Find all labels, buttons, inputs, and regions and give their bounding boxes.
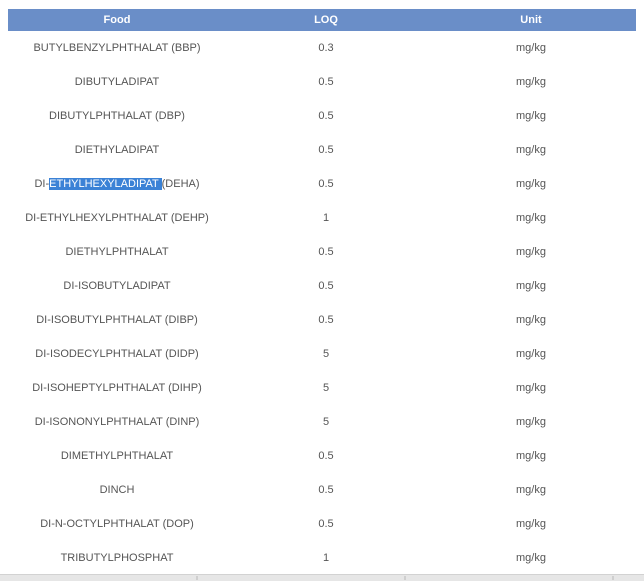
- cell-loq: 1: [322, 212, 330, 224]
- cell-loq: 0.5: [318, 110, 334, 122]
- table-row: DI-N-OCTYLPHTHALAT (DOP) 0.5 mg/kg: [8, 507, 636, 541]
- cell-loq: 0.5: [318, 246, 334, 258]
- table-row: DI-ETHYLHEXYLADIPAT (DEHA) 0.5 mg/kg: [8, 167, 636, 201]
- cell-food: DIMETHYLPHTHALAT: [60, 450, 174, 462]
- cell-food-prefix: DI-: [34, 178, 50, 190]
- table-row: DI-ISOHEPTYLPHTHALAT (DIHP) 5 mg/kg: [8, 371, 636, 405]
- cell-food: DI-ISODECYLPHTHALAT (DIDP): [35, 348, 199, 360]
- cell-unit: mg/kg: [516, 42, 546, 54]
- cell-food-suffix: (DEHA): [161, 178, 200, 190]
- cell-food: BUTYLBENZYLPHTHALAT (BBP): [33, 42, 201, 54]
- cell-food: DIETHYLPHTHALAT: [65, 246, 169, 258]
- cell-food: DINCH: [99, 484, 135, 496]
- scrollbar-tick: [404, 576, 406, 580]
- cell-unit: mg/kg: [516, 110, 546, 122]
- cell-food: DI-ETHYLHEXYLPHTHALAT (DEHP): [25, 212, 209, 224]
- cell-food[interactable]: DI-ETHYLHEXYLADIPAT (DEHA): [8, 178, 226, 190]
- cell-loq: 0.5: [318, 450, 334, 462]
- cell-loq: 0.5: [318, 178, 334, 190]
- table-row: DIBUTYLPHTHALAT (DBP) 0.5 mg/kg: [8, 99, 636, 133]
- cell-food: DI-ISOHEPTYLPHTHALAT (DIHP): [32, 382, 202, 394]
- table-row: DINCH 0.5 mg/kg: [8, 473, 636, 507]
- table-row: DI-ISOBUTYLPHTHALAT (DIBP) 0.5 mg/kg: [8, 303, 636, 337]
- cell-loq: 5: [322, 348, 330, 360]
- cell-unit: mg/kg: [516, 518, 546, 530]
- header-food[interactable]: Food: [8, 14, 226, 26]
- cell-unit: mg/kg: [516, 552, 546, 564]
- table-row: DIETHYLPHTHALAT 0.5 mg/kg: [8, 235, 636, 269]
- cell-unit: mg/kg: [516, 484, 546, 496]
- cell-unit: mg/kg: [516, 144, 546, 156]
- results-table: Food LOQ Unit BUTYLBENZYLPHTHALAT (BBP) …: [8, 9, 636, 575]
- table-row: DI-ISOBUTYLADIPAT 0.5 mg/kg: [8, 269, 636, 303]
- cell-unit: mg/kg: [516, 280, 546, 292]
- table-row: DIBUTYLADIPAT 0.5 mg/kg: [8, 65, 636, 99]
- cell-loq: 5: [322, 382, 330, 394]
- cell-unit: mg/kg: [516, 450, 546, 462]
- cell-loq: 0.5: [318, 518, 334, 530]
- cell-food: DIBUTYLADIPAT: [74, 76, 160, 88]
- cell-food: DI-N-OCTYLPHTHALAT (DOP): [40, 518, 194, 530]
- cell-unit: mg/kg: [516, 314, 546, 326]
- cell-unit: mg/kg: [516, 178, 546, 190]
- cell-loq: 1: [322, 552, 330, 564]
- table-row: BUTYLBENZYLPHTHALAT (BBP) 0.3 mg/kg: [8, 31, 636, 65]
- cell-loq: 0.5: [318, 144, 334, 156]
- cell-food: DIETHYLADIPAT: [74, 144, 160, 156]
- cell-unit: mg/kg: [516, 76, 546, 88]
- table-row: DIMETHYLPHTHALAT 0.5 mg/kg: [8, 439, 636, 473]
- selected-text[interactable]: ETHYLHEXYLADIPAT: [49, 178, 162, 190]
- cell-unit: mg/kg: [516, 212, 546, 224]
- cell-unit: mg/kg: [516, 348, 546, 360]
- cell-loq: 0.5: [318, 314, 334, 326]
- cell-loq: 0.5: [318, 484, 334, 496]
- table-row: DI-ISONONYLPHTHALAT (DINP) 5 mg/kg: [8, 405, 636, 439]
- cell-food: DIBUTYLPHTHALAT (DBP): [49, 110, 185, 122]
- cell-food: DI-ISOBUTYLADIPAT: [63, 280, 171, 292]
- table-row: TRIBUTYLPHOSPHAT 1 mg/kg: [8, 541, 636, 575]
- cell-unit: mg/kg: [516, 416, 546, 428]
- header-unit[interactable]: Unit: [426, 14, 636, 26]
- header-loq[interactable]: LOQ: [226, 14, 426, 26]
- cell-loq: 0.5: [318, 76, 334, 88]
- cell-food: TRIBUTYLPHOSPHAT: [60, 552, 174, 564]
- cell-unit: mg/kg: [516, 246, 546, 258]
- cell-unit: mg/kg: [516, 382, 546, 394]
- table-row: DI-ISODECYLPHTHALAT (DIDP) 5 mg/kg: [8, 337, 636, 371]
- cell-food: DI-ISONONYLPHTHALAT (DINP): [34, 416, 200, 428]
- table-row: DIETHYLADIPAT 0.5 mg/kg: [8, 133, 636, 167]
- table-header: Food LOQ Unit: [8, 9, 636, 31]
- cell-loq: 5: [322, 416, 330, 428]
- cell-food: DI-ISOBUTYLPHTHALAT (DIBP): [36, 314, 198, 326]
- cell-loq: 0.5: [318, 280, 334, 292]
- cell-loq: 0.3: [318, 42, 334, 54]
- scrollbar-tick: [196, 576, 198, 580]
- scrollbar-tick: [612, 576, 614, 580]
- table-row: DI-ETHYLHEXYLPHTHALAT (DEHP) 1 mg/kg: [8, 201, 636, 235]
